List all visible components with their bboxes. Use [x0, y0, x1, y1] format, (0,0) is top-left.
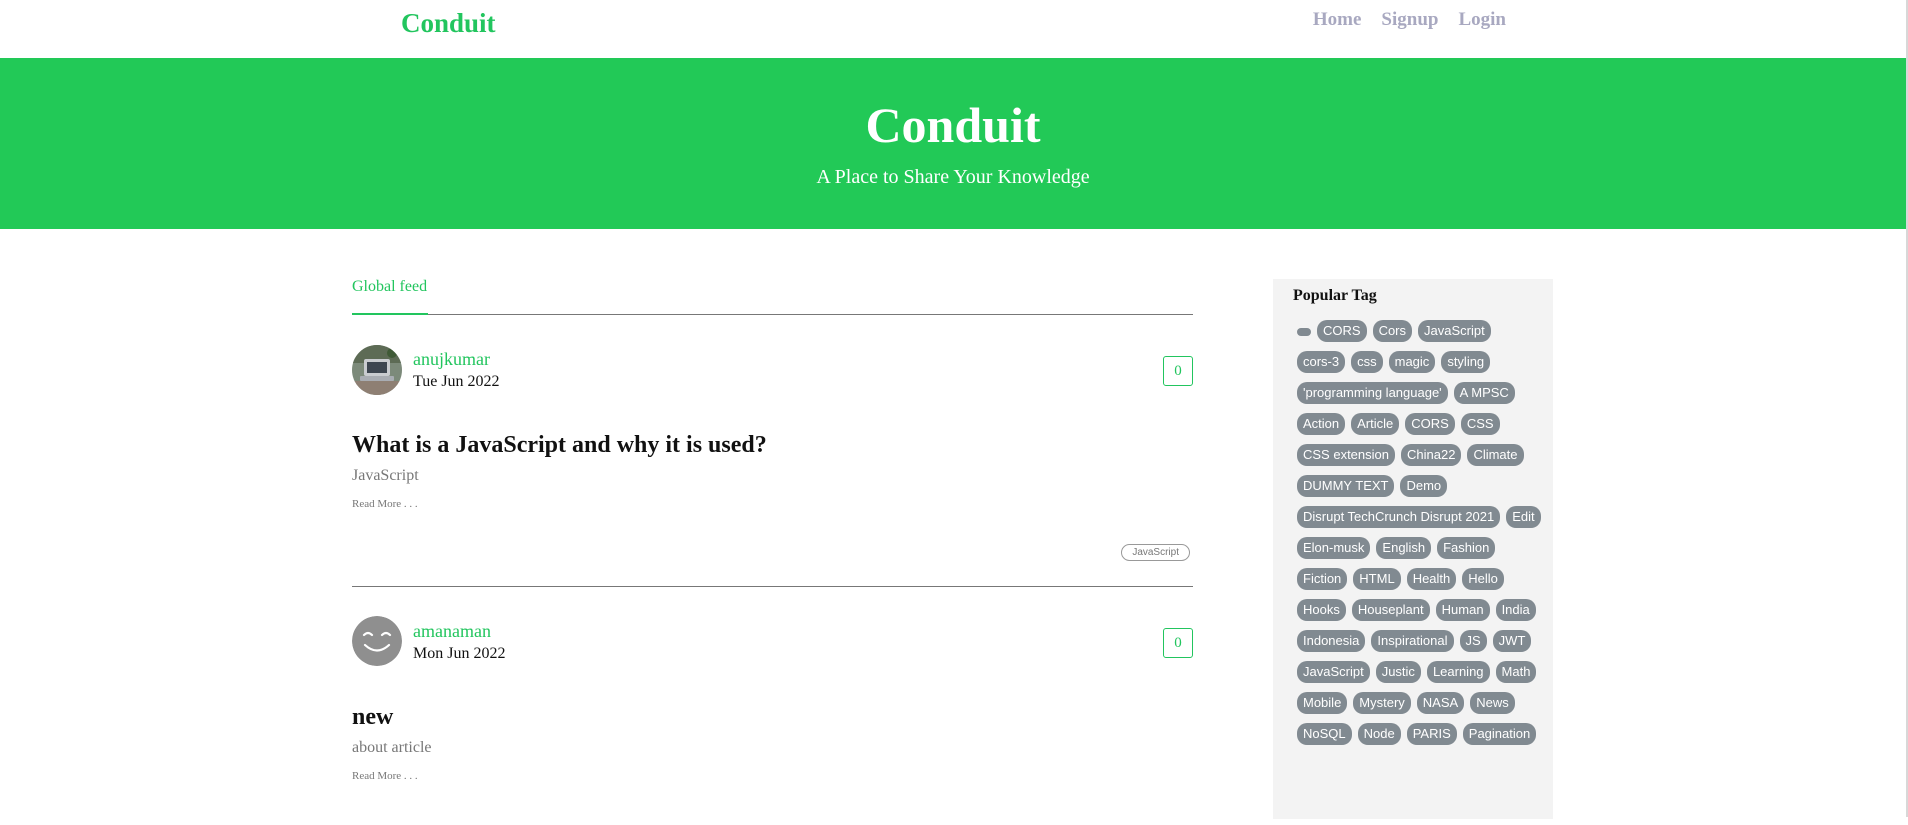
author-name-link[interactable]: anujkumar: [413, 349, 490, 370]
tag-pill[interactable]: Node: [1357, 723, 1401, 745]
article-divider: [352, 586, 1193, 587]
tag-pill[interactable]: JavaScript: [1297, 661, 1370, 683]
tag-pill[interactable]: Hello: [1462, 568, 1504, 590]
tag-pill[interactable]: English: [1376, 537, 1432, 559]
tag-pill[interactable]: [1297, 328, 1311, 336]
tag-pill[interactable]: Cors: [1372, 320, 1413, 342]
tag-pill[interactable]: Disrupt TechCrunch Disrupt 2021: [1297, 506, 1501, 528]
feed-tab-divider: [352, 314, 1193, 315]
tag-pill[interactable]: Article: [1351, 413, 1400, 435]
tag-pill[interactable]: cors-3: [1297, 351, 1346, 373]
popular-tags-sidebar: Popular Tag CORS Cors JavaScript cors-3 …: [1273, 279, 1553, 819]
active-tab-indicator: [352, 313, 428, 315]
tag-pill[interactable]: India: [1495, 599, 1536, 621]
photo-avatar-icon: [352, 345, 402, 395]
tag-pill[interactable]: HTML: [1353, 568, 1401, 590]
smiley-avatar-icon: [352, 616, 402, 666]
favorite-count: 0: [1174, 634, 1182, 651]
article-description: JavaScript: [352, 467, 419, 484]
read-more-link[interactable]: Read More . . .: [352, 498, 418, 510]
nav-links: Home Signup Login: [1313, 9, 1506, 31]
tag-pill[interactable]: Inspirational: [1371, 630, 1454, 652]
article-tag[interactable]: JavaScript: [1121, 544, 1190, 561]
tag-pill[interactable]: styling: [1441, 351, 1491, 373]
article-title[interactable]: What is a JavaScript and why it is used?: [352, 432, 767, 459]
top-navbar: Conduit Home Signup Login: [0, 0, 1906, 58]
article-date: Mon Jun 2022: [413, 645, 506, 662]
tag-pill[interactable]: NoSQL: [1297, 723, 1352, 745]
tag-pill[interactable]: Elon-musk: [1297, 537, 1371, 559]
tag-pill[interactable]: Pagination: [1462, 723, 1537, 745]
tag-pill[interactable]: Health: [1406, 568, 1457, 590]
tag-pill[interactable]: CORS: [1405, 413, 1455, 435]
tag-pill[interactable]: CSS: [1460, 413, 1500, 435]
nav-login-link[interactable]: Login: [1458, 9, 1506, 31]
author-avatar[interactable]: [352, 616, 402, 666]
favorite-button[interactable]: 0: [1163, 356, 1193, 386]
sidebar-title: Popular Tag: [1293, 287, 1377, 304]
author-name-link[interactable]: amanaman: [413, 621, 491, 642]
tag-pill[interactable]: Indonesia: [1297, 630, 1366, 652]
article-description: about article: [352, 739, 432, 756]
tag-pill[interactable]: JWT: [1492, 630, 1532, 652]
tag-pill[interactable]: Climate: [1467, 444, 1524, 466]
tag-list: CORS Cors JavaScript cors-3 css magic st…: [1297, 320, 1543, 745]
tag-pill[interactable]: Mobile: [1297, 692, 1348, 714]
brand-logo[interactable]: Conduit: [401, 8, 496, 39]
tag-pill[interactable]: China22: [1401, 444, 1462, 466]
tag-pill[interactable]: A MPSC: [1453, 382, 1515, 404]
tag-pill[interactable]: Action: [1297, 413, 1346, 435]
tag-pill[interactable]: Fashion: [1437, 537, 1496, 559]
nav-home-link[interactable]: Home: [1313, 9, 1362, 31]
banner-title: Conduit: [865, 97, 1041, 153]
author-avatar[interactable]: [352, 345, 402, 395]
tag-pill[interactable]: Demo: [1400, 475, 1448, 497]
tag-pill[interactable]: NASA: [1416, 692, 1465, 714]
article-preview: amanaman Mon Jun 2022 0 new about articl…: [352, 615, 1193, 825]
favorite-button[interactable]: 0: [1163, 628, 1193, 658]
tag-pill[interactable]: magic: [1388, 351, 1436, 373]
tag-pill[interactable]: JavaScript: [1418, 320, 1491, 342]
tag-pill[interactable]: Fiction: [1297, 568, 1348, 590]
tag-pill[interactable]: Human: [1435, 599, 1490, 621]
tag-pill[interactable]: Justic: [1375, 661, 1421, 683]
favorite-count: 0: [1174, 362, 1182, 379]
tag-pill[interactable]: Learning: [1426, 661, 1490, 683]
tag-pill[interactable]: Edit: [1506, 506, 1541, 528]
read-more-link[interactable]: Read More . . .: [352, 770, 418, 782]
article-preview: anujkumar Tue Jun 2022 0 What is a JavaS…: [352, 343, 1193, 588]
tab-global-feed[interactable]: Global feed: [352, 278, 427, 296]
nav-signup-link[interactable]: Signup: [1381, 9, 1438, 31]
tag-pill[interactable]: DUMMY TEXT: [1297, 475, 1395, 497]
tag-pill[interactable]: Math: [1495, 661, 1537, 683]
tag-pill[interactable]: Houseplant: [1351, 599, 1430, 621]
tag-pill[interactable]: CSS extension: [1297, 444, 1395, 466]
tag-pill[interactable]: News: [1470, 692, 1515, 714]
tag-pill[interactable]: JS: [1459, 630, 1487, 652]
hero-banner: Conduit A Place to Share Your Knowledge: [0, 58, 1906, 229]
tag-pill[interactable]: Mystery: [1353, 692, 1411, 714]
tag-pill[interactable]: 'programming language': [1297, 382, 1448, 404]
tag-pill[interactable]: css: [1351, 351, 1383, 373]
banner-subtitle: A Place to Share Your Knowledge: [816, 166, 1090, 188]
tag-pill[interactable]: Hooks: [1297, 599, 1346, 621]
tag-pill[interactable]: CORS: [1317, 320, 1367, 342]
article-date: Tue Jun 2022: [413, 373, 500, 390]
tag-pill[interactable]: PARIS: [1406, 723, 1457, 745]
article-title[interactable]: new: [352, 704, 393, 731]
